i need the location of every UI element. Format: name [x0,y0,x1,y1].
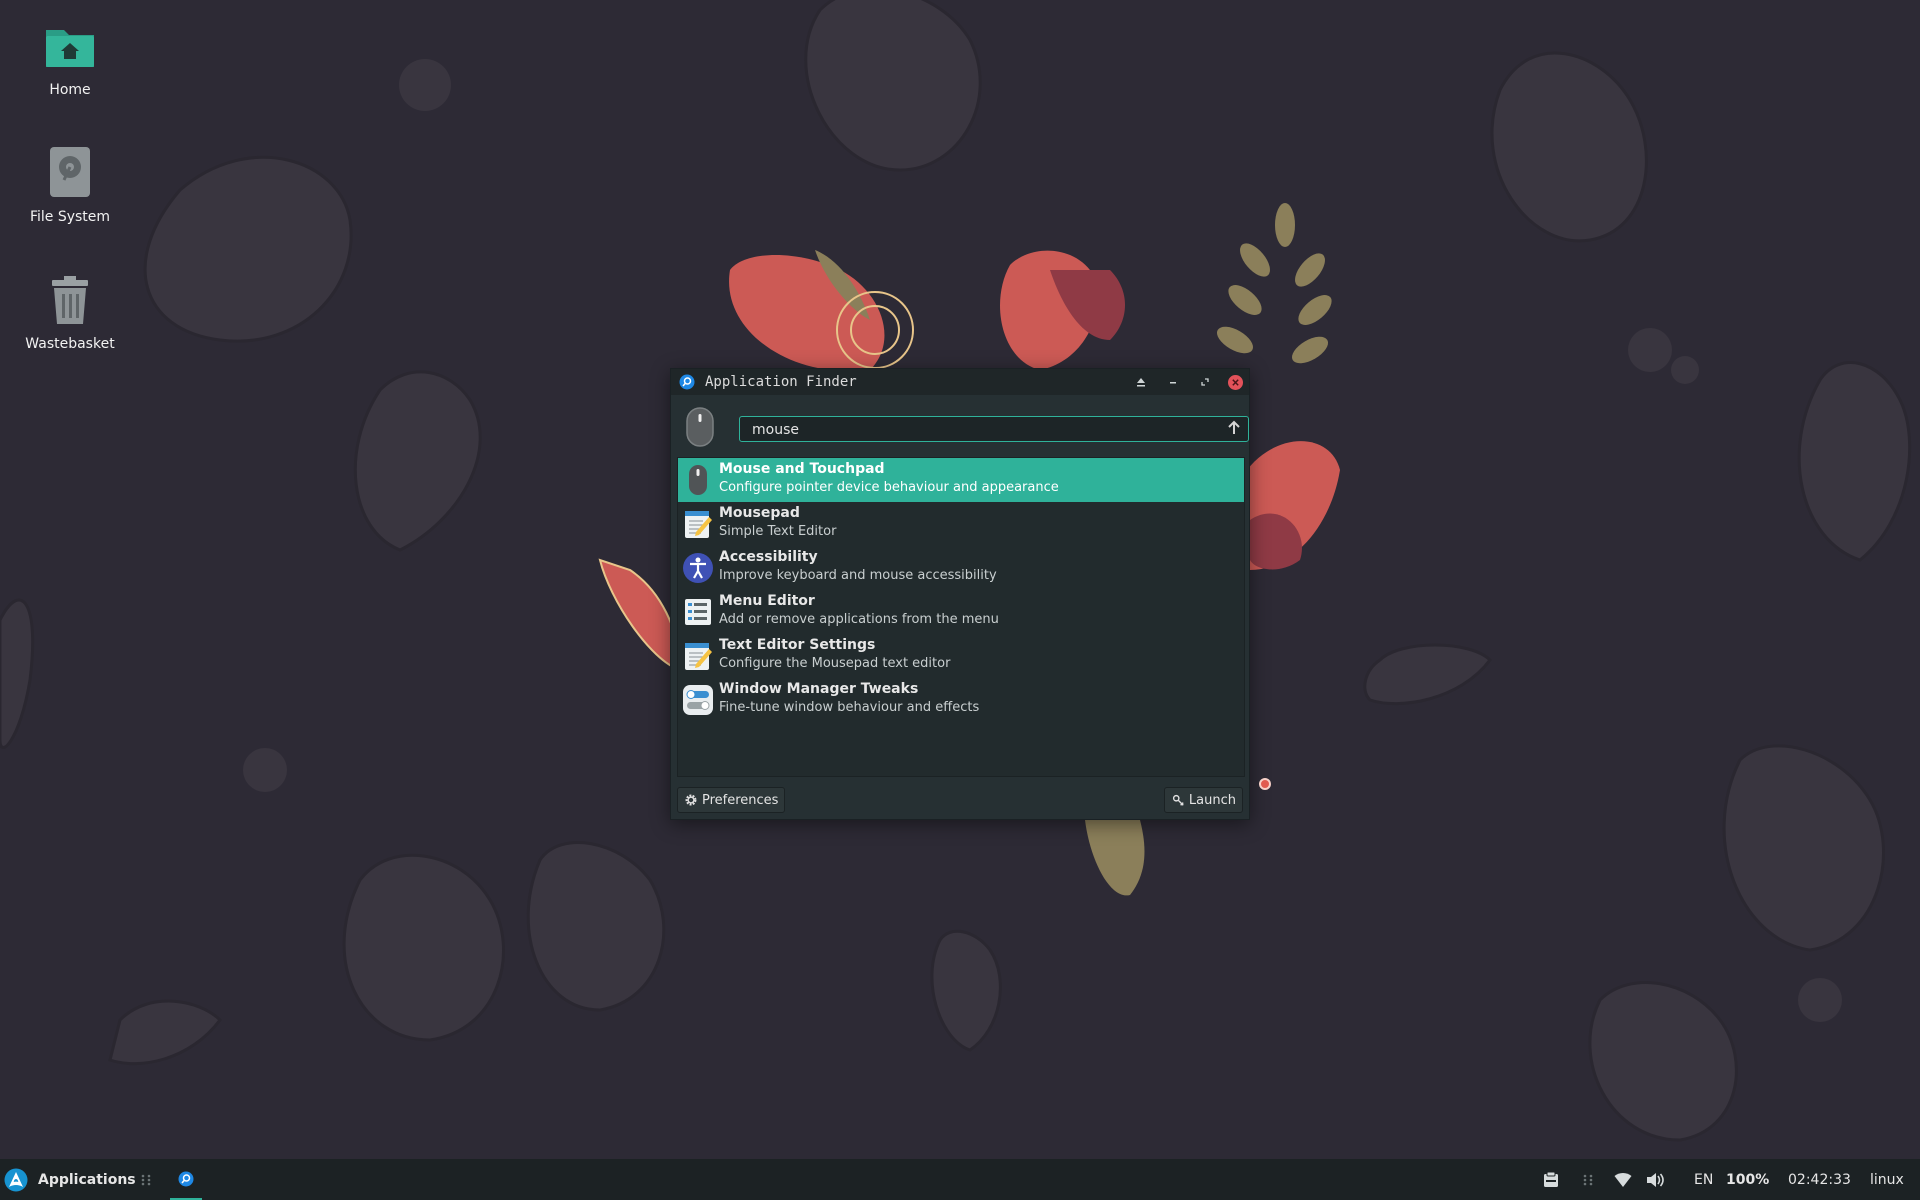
result-name: Mouse and Touchpad [719,461,885,477]
result-item[interactable]: Mousepad Simple Text Editor [678,502,1244,546]
result-description: Fine-tune window behaviour and effects [719,700,980,715]
battery-percentage: 100% [1726,1171,1770,1188]
launch-label: Launch [1188,792,1236,808]
desktop-icon-label: File System [29,209,111,225]
taskbar: Applications EN 100% 02:42:33 linux [0,1159,1920,1200]
desktop-icon-file-system[interactable]: File System [20,145,120,225]
trash-icon [52,276,88,324]
result-description: Improve keyboard and mouse accessibility [719,568,997,583]
result-name: Accessibility [719,549,818,565]
minimize-button[interactable] [1164,373,1182,391]
result-description: Simple Text Editor [719,524,837,539]
applications-menu-button[interactable]: Applications [0,1159,136,1200]
preferences-label: Preferences [702,792,779,808]
mouse-icon [686,407,714,447]
drag-handle-icon [141,1174,151,1185]
panel-separator-handle[interactable] [140,1159,152,1200]
window-titlebar[interactable]: Application Finder [671,369,1249,395]
result-name: Menu Editor [719,593,815,609]
applications-label: Applications [38,1171,136,1188]
accessibility-icon [683,553,713,583]
result-description: Configure the Mousepad text editor [719,656,951,671]
desktop-icon-label: Wastebasket [25,336,115,352]
search-row [679,405,1249,449]
battery-indicator[interactable]: 100% [1726,1159,1769,1200]
result-item[interactable]: Window Manager Tweaks Fine-tune window b… [678,678,1244,722]
drive-icon [50,147,90,197]
desktop-icon-home[interactable]: Home [20,18,120,98]
search-input[interactable] [750,420,1214,440]
drag-handle-icon [1583,1174,1593,1185]
maximize-icon [1201,378,1209,386]
wifi-icon [1614,1172,1632,1187]
result-item[interactable]: Mouse and Touchpad Configure pointer dev… [678,458,1244,502]
result-description: Add or remove applications from the menu [719,612,999,627]
tray-network-button[interactable] [1614,1159,1632,1200]
result-item[interactable]: Accessibility Improve keyboard and mouse… [678,546,1244,590]
close-icon [1232,378,1239,386]
search-field[interactable] [739,416,1249,442]
menu-editor-icon [685,599,711,625]
result-description: Configure pointer device behaviour and a… [719,480,1059,495]
desktop-icon-wastebasket[interactable]: Wastebasket [20,272,120,352]
tray-clipboard-button[interactable] [1542,1159,1560,1200]
window-title: Application Finder [705,374,857,390]
arch-logo-icon [4,1168,28,1191]
mouse-cursor [1259,778,1271,790]
toggles-icon [683,685,713,715]
result-name: Text Editor Settings [719,637,876,653]
result-name: Window Manager Tweaks [719,681,919,697]
clock[interactable]: 02:42:33 [1788,1159,1851,1200]
launch-button[interactable]: Launch [1163,787,1243,813]
home-folder-icon [46,30,94,67]
shade-button[interactable] [1132,373,1150,391]
desktop-icon-label: Home [49,82,91,98]
keyboard-layout-label: EN [1694,1171,1714,1188]
eject-icon [1137,378,1145,387]
mouse-icon [689,465,707,495]
result-item[interactable]: Text Editor Settings Configure the Mouse… [678,634,1244,678]
result-item[interactable]: Menu Editor Add or remove applications f… [678,590,1244,634]
window-footer: Preferences Launch [671,779,1249,819]
close-button[interactable] [1228,374,1243,390]
app-finder-window: Application Finder mouse Mouse and Touch… [670,368,1250,820]
gear-icon [685,794,697,806]
volume-icon [1647,1172,1664,1187]
text-editor-icon [685,511,712,538]
clock-time: 02:42:33 [1788,1171,1851,1188]
result-name: Mousepad [719,505,800,521]
preferences-button[interactable]: Preferences [677,787,786,813]
results-list[interactable]: Mouse and Touchpad Configure pointer dev… [677,457,1245,777]
text-editor-icon [685,643,712,670]
taskbar-app-finder-button[interactable] [170,1159,202,1200]
maximize-button[interactable] [1196,373,1214,391]
keyboard-layout-indicator[interactable]: EN [1694,1159,1713,1200]
launch-icon [1172,794,1184,806]
panel-separator-handle[interactable] [1582,1159,1594,1200]
user-menu-button[interactable]: linux [1870,1159,1904,1200]
minimize-icon [1170,382,1176,384]
username-label: linux [1870,1171,1904,1188]
app-finder-icon [178,1171,194,1186]
app-finder-icon [679,374,695,390]
arrow-up-icon[interactable] [1226,420,1242,436]
clipboard-icon [1544,1171,1558,1187]
tray-volume-button[interactable] [1645,1159,1665,1200]
